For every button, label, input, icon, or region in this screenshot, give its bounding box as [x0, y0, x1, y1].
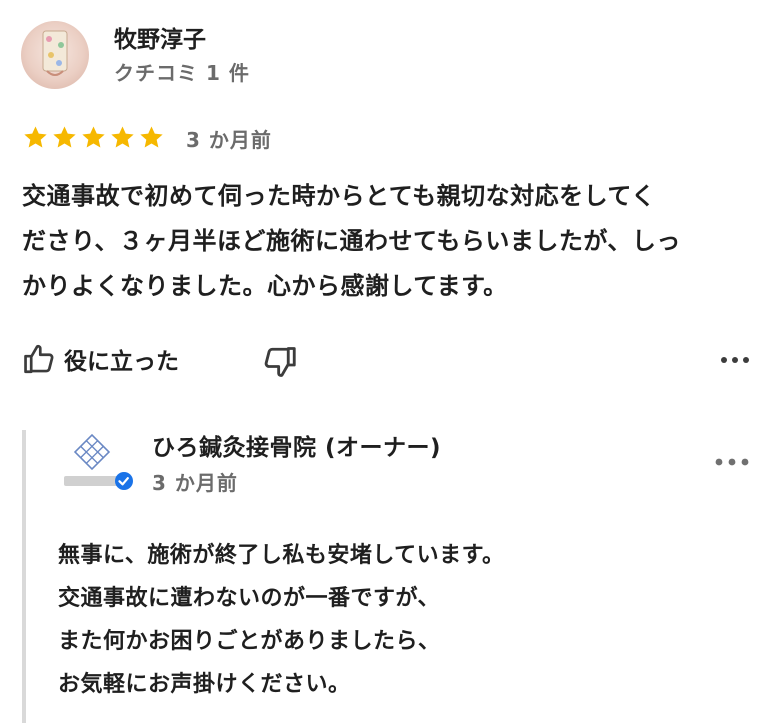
reviewer-name[interactable]: 牧野淳子 [114, 20, 206, 54]
helpful-label: 役に立った [64, 349, 179, 375]
more-options-icon[interactable] [718, 350, 752, 370]
star-icon [111, 126, 134, 148]
lattice-logo-icon [73, 433, 111, 471]
star-icon [24, 126, 47, 148]
verified-badge-icon [115, 472, 133, 490]
owner-name[interactable]: ひろ鍼灸接骨院 (オーナー) [152, 428, 441, 462]
star-icon [140, 126, 163, 148]
reviewer-avatar[interactable] [21, 21, 89, 89]
owner-logo[interactable] [62, 432, 140, 500]
reply-divider [22, 430, 26, 723]
review-date: 3 か月前 [186, 128, 272, 152]
helpful-button[interactable]: 役に立った [22, 342, 179, 376]
owner-reply-text: 無事に、施術が終了し私も安堵しています。 交通事故に遭わないのが一番ですが、 ま… [58, 543, 505, 697]
thumbs-up-icon [24, 344, 54, 374]
star-icon [53, 126, 76, 148]
thumbs-down-icon[interactable] [262, 344, 298, 380]
more-options-icon[interactable] [712, 452, 752, 472]
star-icon [82, 126, 105, 148]
review-text: 交通事故で初めて伺った時からとても親切な対応をしてく ださり、３ヶ月半ほど施術に… [22, 182, 681, 300]
reviewer-review-count: クチコミ 1 件 [114, 61, 250, 85]
owner-reply-date: 3 か月前 [152, 471, 238, 495]
avatar-image [42, 30, 68, 76]
logo-wordmark [64, 476, 120, 486]
star-rating [22, 124, 165, 151]
